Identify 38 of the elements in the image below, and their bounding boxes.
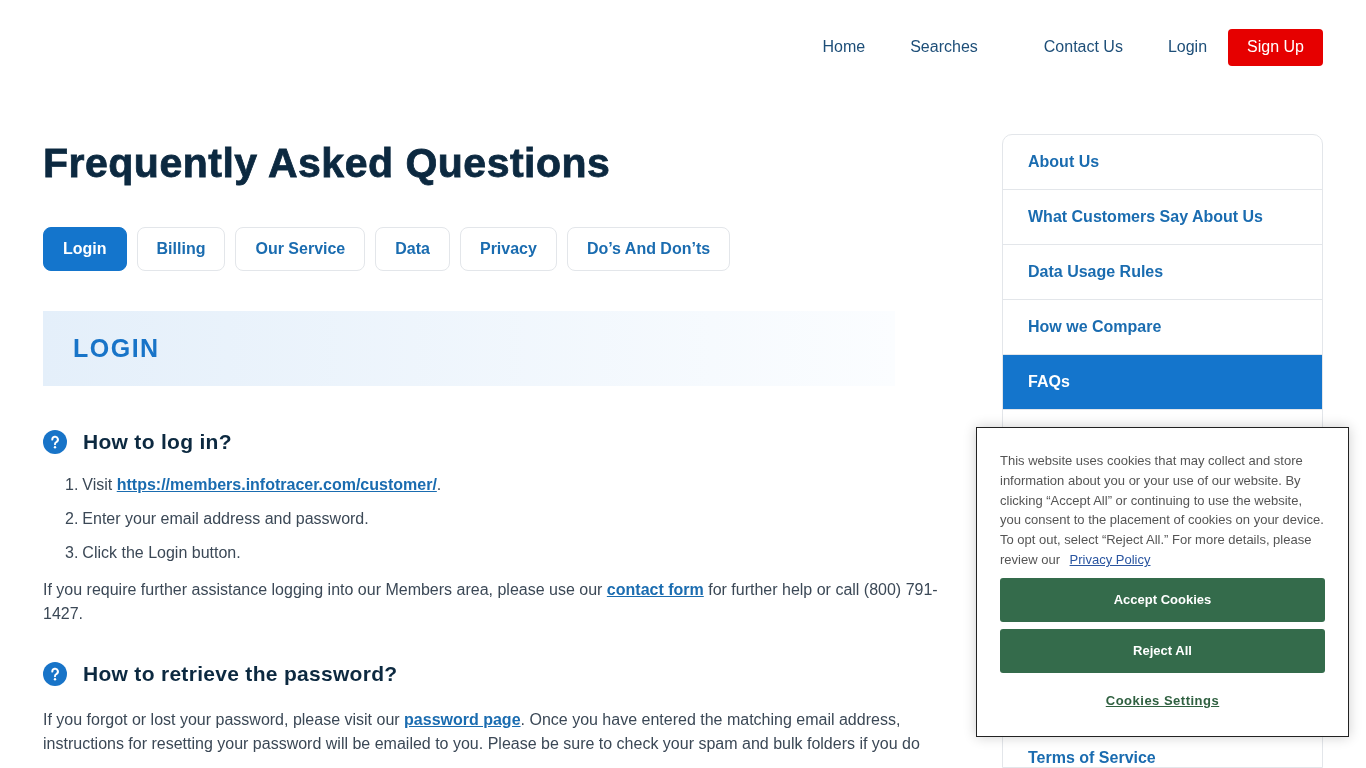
faq-tab[interactable]: Billing [136,227,226,271]
question-title: How to retrieve the password? [83,662,398,686]
cookie-button[interactable]: Accept Cookies [1000,577,1325,622]
cookie-text: This website uses cookies that may collect and store information about you or your use of our website. By clicking “Accept All” or continuing to use the website, you consent to the placement of cookies on your device. To opt out, select “Reject All.” For more details, please review our Privacy Policy [1000,452,1325,569]
section-heading: LOGIN [73,334,160,363]
question-icon [43,430,67,454]
cookie-button[interactable]: Reject All [1000,628,1325,673]
step-number: 3. [65,544,79,562]
link[interactable]: password page [404,711,521,728]
question-icon [43,662,67,686]
answer-paragraph: If you require further assistance logging into our Members area, please use our contact form for further help or call (800) 791-1427. [43,580,939,624]
faq-tab[interactable]: Login [43,227,127,271]
answer-paragraph: If you forgot or lost your password, please visit our password page. Once you have entered the matching email address, instructions for resetting your password will be emailed to you. Please be sure to check your spam and bulk folders if you do [43,710,921,754]
faq-tab[interactable]: Data [375,227,450,271]
privacy-policy-link[interactable]: Privacy Policy [1069,552,1151,567]
nav-link[interactable]: Searches [910,38,978,56]
step-number: 2. [65,510,79,528]
faq-tab[interactable]: Our Service [235,227,366,271]
faq-tab[interactable]: Do’s And Don’ts [566,227,731,271]
nav-link[interactable]: Contact Us [1043,38,1123,56]
step-number: 1. [65,476,79,494]
sidebar-item[interactable]: FAQs [1003,355,1322,410]
link[interactable]: contact form [606,581,704,598]
question-title: How to log in? [83,430,232,454]
sidebar-item[interactable]: About Us [1003,135,1322,190]
step-text: Click the Login button. [82,544,241,562]
step-text: Visit https://members.infotracer.com/customer/. [82,476,442,494]
sidebar-item[interactable]: What Customers Say About Us [1003,190,1322,245]
sidebar-item[interactable]: Data Usage Rules [1003,245,1322,300]
cookies-settings-link[interactable]: Cookies Settings [1105,692,1220,708]
step-text: Enter your email address and password. [82,510,369,528]
page-title: Frequently Asked Questions [43,140,612,187]
nav-link[interactable]: Login [1167,38,1208,56]
sign-up-button[interactable]: Sign Up [1228,28,1323,66]
nav-link[interactable]: Home [822,38,866,56]
faq-tab[interactable]: Privacy [459,227,557,271]
sidebar-item[interactable]: Terms of Service [1003,749,1322,767]
link[interactable]: https://members.infotracer.com/customer/ [116,476,437,493]
